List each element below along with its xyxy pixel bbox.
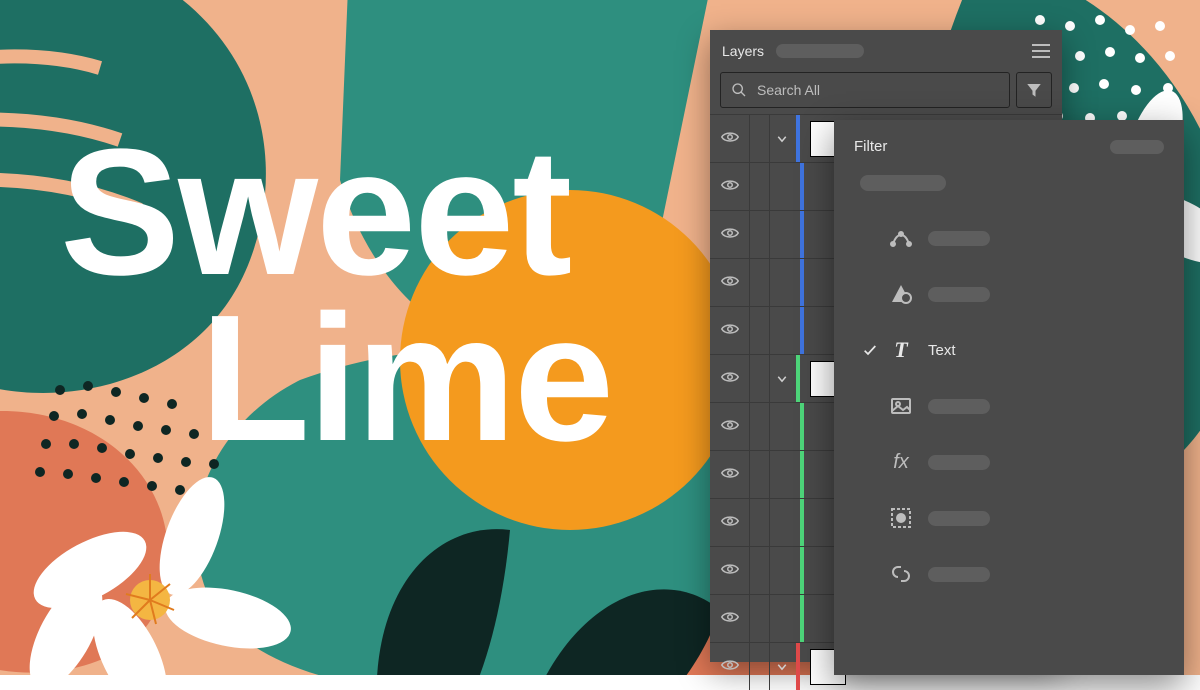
eye-icon — [721, 322, 739, 340]
eye-icon — [721, 130, 739, 148]
visibility-toggle[interactable] — [710, 403, 750, 450]
filter-option-image[interactable] — [854, 383, 1164, 429]
visibility-toggle[interactable] — [710, 115, 750, 162]
filter-option-label-placeholder — [928, 567, 990, 582]
visibility-toggle[interactable] — [710, 259, 750, 306]
lock-cell[interactable] — [750, 115, 770, 162]
layers-tab[interactable]: Layers — [722, 43, 764, 59]
layer-color-bar — [796, 643, 800, 690]
lock-cell[interactable] — [750, 595, 770, 642]
layers-search-row: Search All — [710, 72, 1062, 114]
filter-option-mask[interactable] — [854, 495, 1164, 541]
eye-icon — [721, 370, 739, 388]
eye-icon — [721, 562, 739, 580]
filter-option-effects[interactable]: fx — [854, 439, 1164, 485]
panel-header: Layers — [710, 30, 1062, 72]
layer-color-bar — [800, 163, 804, 210]
lock-cell[interactable] — [750, 547, 770, 594]
filter-flyout-title: Filter — [854, 138, 887, 155]
eye-icon — [721, 610, 739, 628]
filter-option-link[interactable] — [854, 551, 1164, 597]
flyout-subheader-placeholder — [860, 175, 946, 191]
visibility-toggle[interactable] — [710, 211, 750, 258]
layer-color-bar — [800, 451, 804, 498]
disclosure-chevron-icon[interactable] — [776, 132, 790, 146]
visibility-toggle[interactable] — [710, 643, 750, 690]
visibility-toggle[interactable] — [710, 547, 750, 594]
layer-color-bar — [800, 307, 804, 354]
layer-color-bar — [800, 499, 804, 546]
lock-cell[interactable] — [750, 355, 770, 402]
filter-flyout-header: Filter — [854, 138, 1164, 155]
layer-color-bar — [800, 259, 804, 306]
path-icon — [888, 225, 914, 251]
filter-option-label-placeholder — [928, 511, 990, 526]
visibility-toggle[interactable] — [710, 595, 750, 642]
visibility-toggle[interactable] — [710, 307, 750, 354]
visibility-toggle[interactable] — [710, 163, 750, 210]
link-icon — [888, 561, 914, 587]
filter-option-label-placeholder — [928, 287, 990, 302]
check-icon — [862, 342, 878, 358]
lock-cell[interactable] — [750, 307, 770, 354]
eye-icon — [721, 178, 739, 196]
layers-search-input[interactable]: Search All — [720, 72, 1010, 108]
search-placeholder-text: Search All — [757, 82, 820, 98]
filter-option-label-placeholder — [928, 455, 990, 470]
filter-option-label: Text — [928, 342, 956, 359]
layer-color-bar — [800, 211, 804, 258]
layer-color-bar — [800, 403, 804, 450]
eye-icon — [721, 418, 739, 436]
lock-cell[interactable] — [750, 163, 770, 210]
filter-button[interactable] — [1016, 72, 1052, 108]
layer-color-bar — [796, 115, 800, 162]
layer-color-bar — [800, 595, 804, 642]
visibility-toggle[interactable] — [710, 451, 750, 498]
lock-cell[interactable] — [750, 643, 770, 690]
filter-option-text[interactable]: T Text — [854, 327, 1164, 373]
visibility-toggle[interactable] — [710, 499, 750, 546]
eye-icon — [721, 226, 739, 244]
filter-option-label-placeholder — [928, 399, 990, 414]
eye-icon — [721, 274, 739, 292]
text-icon: T — [888, 337, 914, 363]
filter-option-shape[interactable] — [854, 271, 1164, 317]
lock-cell[interactable] — [750, 211, 770, 258]
panel-menu-icon[interactable] — [1032, 44, 1050, 58]
layer-color-bar — [800, 547, 804, 594]
eye-icon — [721, 466, 739, 484]
lock-cell[interactable] — [750, 403, 770, 450]
disclosure-chevron-icon[interactable] — [776, 660, 790, 674]
filter-option-label-placeholder — [928, 231, 990, 246]
filter-flyout: Filter T Text fx — [834, 120, 1184, 675]
lock-cell[interactable] — [750, 499, 770, 546]
mask-icon — [888, 505, 914, 531]
visibility-toggle[interactable] — [710, 355, 750, 402]
eye-icon — [721, 514, 739, 532]
lock-cell[interactable] — [750, 259, 770, 306]
disclosure-chevron-icon[interactable] — [776, 372, 790, 386]
lock-cell[interactable] — [750, 451, 770, 498]
search-icon — [731, 82, 747, 98]
image-icon — [888, 393, 914, 419]
shape-icon — [888, 281, 914, 307]
layer-color-bar — [796, 355, 800, 402]
panel-tab-placeholder — [776, 44, 864, 58]
eye-icon — [721, 658, 739, 676]
filter-icon — [1025, 81, 1043, 99]
effects-icon: fx — [888, 449, 914, 475]
flyout-header-placeholder — [1110, 140, 1164, 154]
filter-option-path[interactable] — [854, 215, 1164, 261]
